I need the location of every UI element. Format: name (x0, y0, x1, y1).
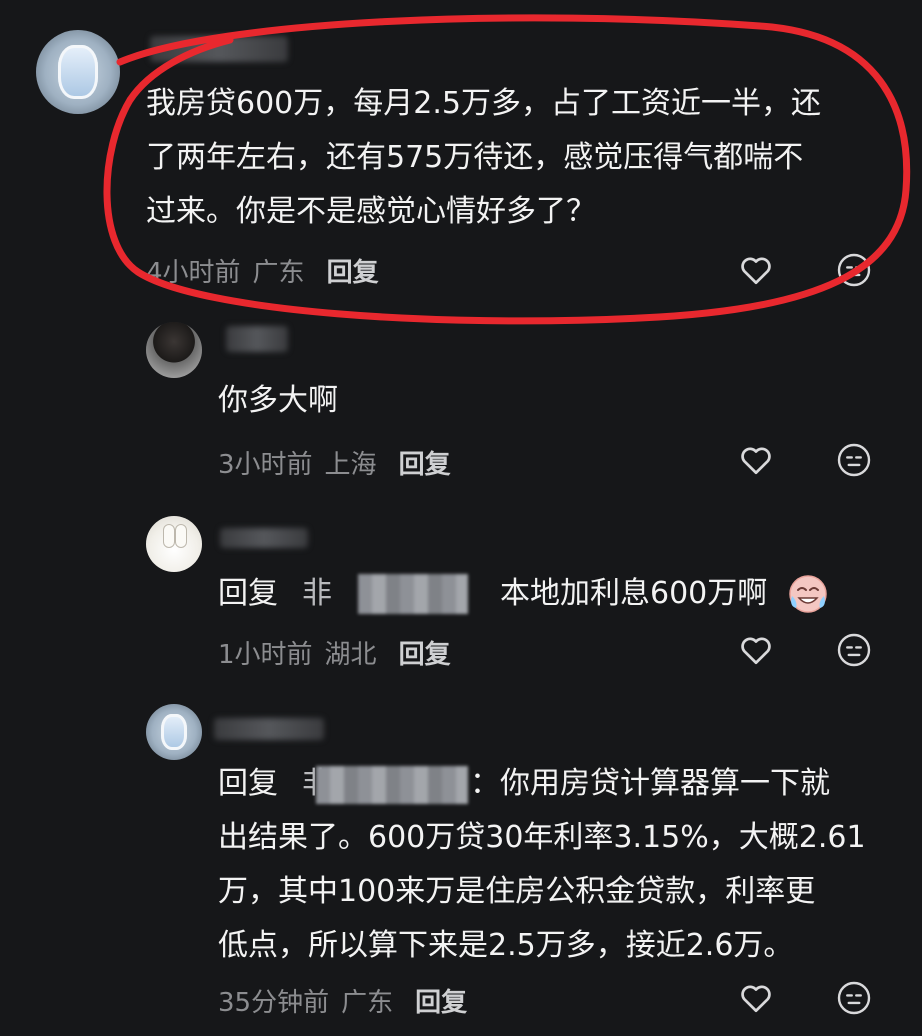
heart-icon[interactable] (738, 442, 774, 478)
comment-4: 回复 非 ：你用房贷计算器算一下就 出结果了。600万贷30年利率3.15%，大… (0, 700, 922, 1036)
timestamp: 3小时前 (218, 450, 313, 480)
comment-1: 我房贷600万，每月2.5万多，占了工资近一半，还 了两年左右，还有575万待还… (0, 0, 922, 320)
reply-button[interactable]: 回复 (399, 634, 451, 671)
location: 上海 (324, 450, 377, 480)
reply-button[interactable]: 回复 (399, 444, 451, 481)
username-redacted (220, 528, 308, 548)
redacted-username-mosaic (316, 766, 468, 804)
comment-text-line-1: 你多大啊 (218, 383, 338, 418)
redacted-username-mosaic (358, 574, 468, 614)
username-redacted (226, 326, 288, 352)
neutral-face-icon[interactable] (836, 442, 872, 478)
photo-avatar-image (146, 322, 202, 378)
comment-meta: 4小时前 广东 回复 (146, 252, 379, 289)
airplane-window-avatar-image (36, 30, 120, 114)
reply-prefix: 回复 (218, 766, 278, 801)
avatar[interactable] (146, 322, 202, 378)
reply-button[interactable]: 回复 (415, 982, 467, 1019)
username-redacted (214, 718, 324, 740)
comment-meta: 1小时前 湖北 回复 (218, 634, 451, 671)
location: 湖北 (324, 640, 377, 670)
heart-icon[interactable] (738, 252, 774, 288)
comment-2: 你多大啊 3小时前 上海 回复 (0, 320, 922, 490)
comment-meta: 35分钟前 广东 回复 (218, 982, 467, 1019)
reply-to-name: 非 (302, 576, 332, 611)
timestamp: 35分钟前 (218, 988, 330, 1018)
comment-text-line-1: 本地加利息600万啊 (500, 576, 768, 611)
heart-icon[interactable] (738, 980, 774, 1016)
comment-text-line-3: 万，其中100来万是住房公积金贷款，利率更 (218, 874, 816, 909)
comment-meta: 3小时前 上海 回复 (218, 444, 451, 481)
avatar[interactable] (146, 704, 202, 760)
comment-text-line-1: 我房贷600万，每月2.5万多，占了工资近一半，还 (146, 86, 821, 121)
comment-text-line-2: 出结果了。600万贷30年利率3.15%，大概2.61 (218, 820, 866, 855)
reply-button[interactable]: 回复 (327, 252, 379, 289)
timestamp: 1小时前 (218, 640, 313, 670)
crying-laughing-emoji (788, 574, 828, 614)
airplane-window-avatar-image (146, 704, 202, 760)
avatar[interactable] (36, 30, 120, 114)
timestamp: 4小时前 (146, 258, 241, 288)
username-redacted (150, 36, 288, 62)
heart-icon[interactable] (738, 632, 774, 668)
comment-text-line-4: 低点，所以算下来是2.5万多，接近2.6万。 (218, 928, 794, 963)
neutral-face-icon[interactable] (836, 632, 872, 668)
bunny-avatar-image (146, 516, 202, 572)
location: 广东 (252, 258, 305, 288)
neutral-face-icon[interactable] (836, 980, 872, 1016)
neutral-face-icon[interactable] (836, 252, 872, 288)
comment-text-line-1: ：你用房贷计算器算一下就 (470, 766, 830, 801)
reply-prefix: 回复 (218, 576, 278, 611)
comment-3: 回复 非 本地加利息600万啊 1小时前 湖北 回复 (0, 510, 922, 690)
avatar[interactable] (146, 516, 202, 572)
location: 广东 (341, 988, 394, 1018)
comment-text-line-2: 了两年左右，还有575万待还，感觉压得气都喘不 (146, 140, 804, 175)
comment-text-line-3: 过来。你是不是感觉心情好多了？ (146, 194, 596, 229)
